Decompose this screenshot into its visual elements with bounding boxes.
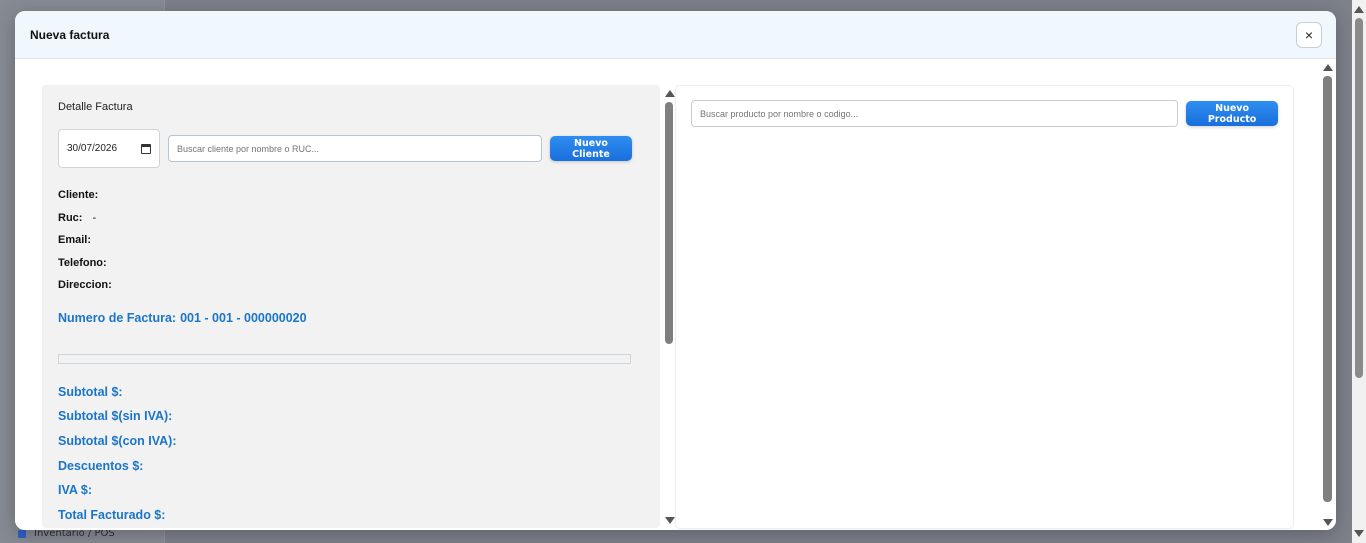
invoice-detail-panel: Detalle Factura 30/07/2026 Nuevo Cliente… (42, 85, 660, 528)
product-search-input[interactable] (691, 100, 1179, 127)
total-label: Descuentos $: (58, 458, 144, 473)
field-label: Direccion: (58, 279, 112, 292)
date-value: 30/07/2026 (67, 143, 118, 154)
modal-title: Nueva factura (30, 27, 110, 42)
items-divider-bar (58, 353, 631, 364)
invoice-number-value: 001 - 001 - 000000020 (180, 310, 307, 325)
product-search-row: Nuevo Producto (676, 86, 1293, 127)
client-phone-row: Telefono: (58, 252, 644, 275)
client-address-row: Direccion: (58, 274, 644, 297)
invoice-number-label: Numero de Factura: (58, 310, 177, 325)
client-search-row: 30/07/2026 Nuevo Cliente (58, 129, 644, 168)
scrollbar-thumb[interactable] (1355, 18, 1363, 378)
close-button[interactable]: × (1296, 21, 1322, 48)
scroll-up-icon[interactable] (665, 90, 675, 97)
total-label: Subtotal $(con IVA): (58, 433, 177, 448)
scroll-up-icon[interactable] (1323, 64, 1333, 71)
total-label: IVA $: (58, 483, 93, 498)
field-label: Email: (58, 234, 92, 247)
new-client-button[interactable]: Nuevo Cliente (550, 136, 632, 161)
scrollbar-thumb[interactable] (1323, 76, 1332, 502)
client-ruc-row: Ruc: - (58, 207, 644, 230)
modal-body: Detalle Factura 30/07/2026 Nuevo Cliente… (15, 59, 1336, 530)
iva-row: IVA $: (58, 478, 644, 503)
modal-header: Nueva factura × (15, 11, 1336, 59)
left-panel-scrollbar[interactable] (663, 85, 676, 528)
total-label: Subtotal $: (58, 384, 123, 399)
subtotal-sin-iva-row: Subtotal $(sin IVA): (58, 404, 644, 429)
new-invoice-modal: Nueva factura × Detalle Factura 30/07/20… (15, 11, 1336, 530)
subtotal-con-iva-row: Subtotal $(con IVA): (58, 429, 644, 454)
invoice-date-input[interactable]: 30/07/2026 (58, 129, 160, 168)
totals-section: Subtotal $: Subtotal $(sin IVA): Subtota… (58, 380, 644, 528)
invoice-number: Numero de Factura: 001 - 001 - 000000020 (58, 311, 644, 325)
total-label: Subtotal $(sin IVA): (58, 409, 173, 424)
scroll-down-icon[interactable] (1354, 530, 1364, 537)
client-name-row: Cliente: (58, 184, 644, 207)
field-label: Telefono: (58, 256, 107, 269)
total-billed-row: Total Facturado $: (58, 502, 644, 527)
field-value: - (92, 211, 97, 224)
discounts-row: Descuentos $: (58, 453, 644, 478)
new-product-button[interactable]: Nuevo Producto (1186, 101, 1278, 126)
field-label: Cliente: (58, 189, 99, 202)
subtotal-row: Subtotal $: (58, 380, 644, 405)
client-info: Cliente: Ruc: - Email: Telefono: Direcci… (58, 184, 644, 297)
field-label: Ruc: (58, 211, 83, 224)
products-panel: Nuevo Producto (676, 86, 1293, 528)
client-search-input[interactable] (168, 135, 542, 162)
modal-scrollbar[interactable] (1321, 59, 1336, 530)
scroll-down-icon[interactable] (1323, 519, 1333, 526)
section-title: Detalle Factura (58, 101, 133, 113)
calendar-icon[interactable] (141, 143, 151, 154)
scrollbar-thumb[interactable] (665, 102, 673, 344)
scroll-up-icon[interactable] (1354, 6, 1364, 13)
client-email-row: Email: (58, 229, 644, 252)
inventory-icon (18, 529, 26, 538)
total-label: Total Facturado $: (58, 507, 166, 522)
scroll-down-icon[interactable] (665, 517, 675, 524)
page-scrollbar[interactable] (1352, 0, 1366, 543)
close-icon: × (1304, 26, 1314, 43)
